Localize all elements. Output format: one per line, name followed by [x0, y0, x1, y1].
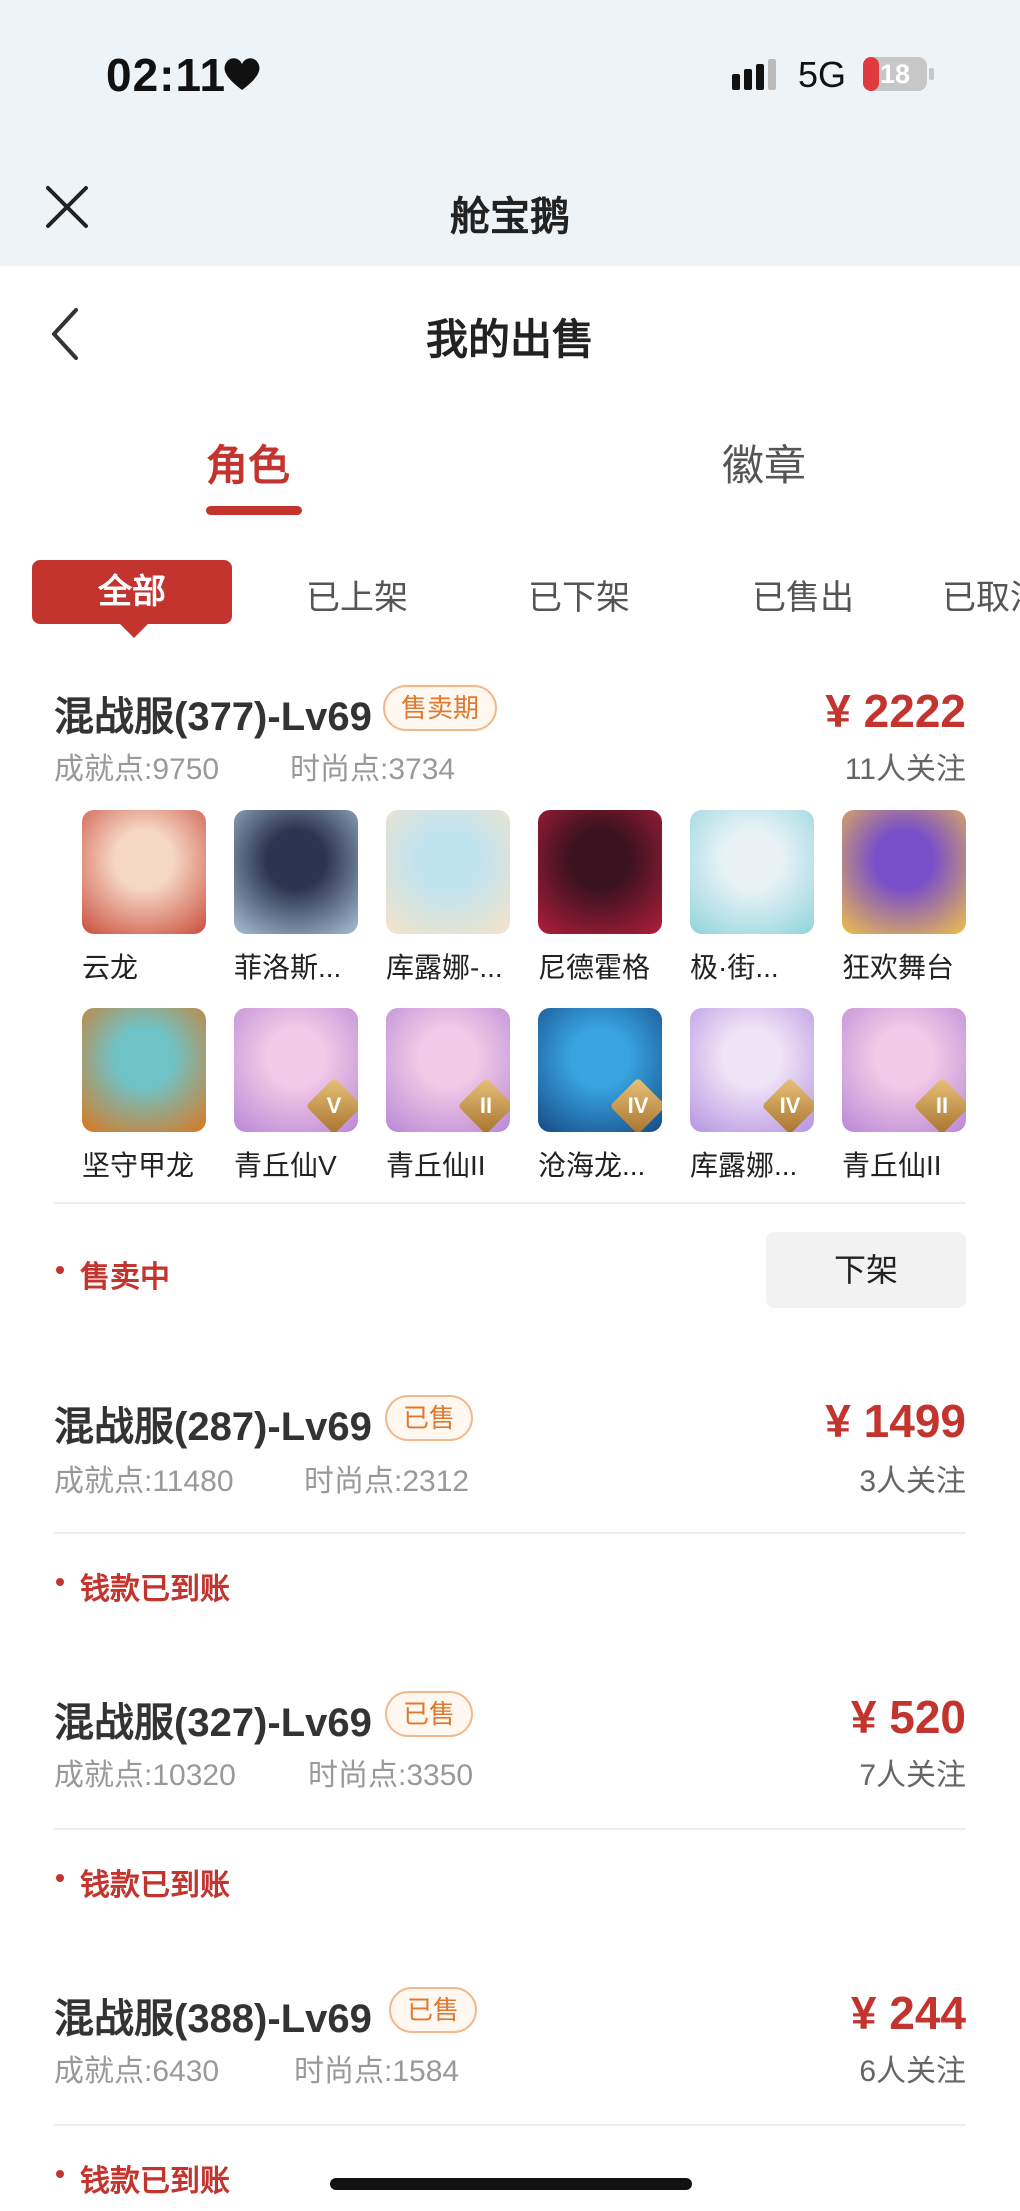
filter-all[interactable]: 全部 — [32, 560, 232, 624]
item-label: 坚守甲龙 — [82, 1150, 195, 1181]
battery-level: 18 — [879, 59, 911, 89]
item-label: 狂欢舞台 — [842, 952, 955, 983]
item-thumbnail — [82, 1008, 206, 1132]
item-tile[interactable]: V 青丘仙V — [234, 1008, 358, 1181]
item-tile[interactable]: IV 沧海龙... — [538, 1008, 662, 1181]
tab-badge[interactable]: 徽章 — [722, 432, 806, 493]
filter-listed[interactable]: 已上架 — [306, 570, 408, 619]
item-thumbnail — [386, 810, 510, 934]
item-label: 库露娜... — [690, 1150, 798, 1181]
divider — [54, 1202, 966, 1204]
status-badge: 已售 — [385, 1691, 474, 1737]
item-label: 青丘仙V — [234, 1150, 337, 1181]
item-thumbnail: II — [386, 1008, 510, 1132]
follower-count: 11人关注 — [844, 753, 966, 786]
item-thumbnail — [234, 810, 358, 934]
fashion-points: 时尚点:2312 — [304, 1465, 470, 1498]
item-tile[interactable]: IV 库露娜... — [690, 1008, 814, 1181]
item-thumbnail — [538, 810, 662, 934]
tier-badge-icon: II — [457, 1077, 510, 1132]
tab-role[interactable]: 角色 — [206, 432, 290, 493]
item-tile[interactable]: II 青丘仙II — [386, 1008, 510, 1181]
item-tile[interactable]: 坚守甲龙 — [82, 1008, 206, 1181]
status-time: 02:11 — [106, 49, 227, 101]
item-thumbnail: II — [842, 1008, 966, 1132]
tier-badge-icon: II — [913, 1077, 966, 1132]
item-tile[interactable]: 尼德霍格 — [538, 810, 662, 983]
filter-active-pointer — [118, 622, 150, 638]
item-label: 云龙 — [82, 952, 139, 983]
fashion-points: 时尚点:3734 — [290, 753, 456, 786]
item-tile[interactable]: 狂欢舞台 — [842, 810, 966, 983]
item-tile[interactable]: 库露娜-... — [386, 810, 510, 983]
item-thumbnail — [842, 810, 966, 934]
tier-badge-icon: IV — [609, 1077, 662, 1132]
item-tile[interactable]: 极·街... — [690, 810, 814, 983]
item-thumbnail — [690, 810, 814, 934]
item-label: 尼德霍格 — [538, 952, 651, 983]
item-thumbnail: V — [234, 1008, 358, 1132]
follower-count: 7人关注 — [859, 1759, 966, 1792]
sale-state: 钱款已到账 — [80, 1573, 230, 1606]
filter-sold[interactable]: 已售出 — [752, 570, 854, 619]
follower-count: 3人关注 — [859, 1465, 966, 1498]
listing-price: ¥ 2222 — [825, 685, 966, 737]
divider — [54, 1532, 966, 1534]
sale-state: 售卖中 — [80, 1261, 170, 1294]
item-label: 菲洛斯... — [234, 952, 342, 983]
status-badge: 已售 — [385, 1395, 474, 1441]
fashion-points: 时尚点:3350 — [308, 1759, 474, 1792]
signal-icon — [732, 59, 776, 90]
item-thumbnail: IV — [690, 1008, 814, 1132]
item-label: 库露娜-... — [386, 952, 503, 983]
tier-badge-icon: IV — [761, 1077, 814, 1132]
fashion-points: 时尚点:1584 — [294, 2055, 460, 2088]
filter-unlisted[interactable]: 已下架 — [528, 570, 630, 619]
item-tile[interactable]: II 青丘仙II — [842, 1008, 966, 1181]
state-dot — [56, 1874, 64, 1882]
page-title: 我的出售 — [425, 316, 594, 363]
listing-price: ¥ 520 — [850, 1691, 966, 1743]
divider — [54, 2124, 966, 2126]
divider — [54, 1828, 966, 1830]
delist-button[interactable]: 下架 — [766, 1232, 966, 1308]
filter-cancelled[interactable]: 已取消 — [942, 570, 1020, 619]
achievement-points: 成就点:11480 — [54, 1465, 234, 1498]
tab-active-indicator — [206, 506, 302, 515]
state-dot — [56, 1578, 64, 1586]
app-title: 舱宝鹅 — [450, 195, 570, 239]
status-badge: 售卖期 — [383, 685, 498, 731]
item-label: 青丘仙II — [386, 1150, 486, 1181]
listing-price: ¥ 1499 — [825, 1395, 966, 1447]
tier-badge-icon: V — [305, 1077, 358, 1132]
listing-title[interactable]: 混战服(287)-Lv69 — [54, 1394, 372, 1452]
status-badge: 已售 — [389, 1987, 478, 2033]
achievement-points: 成就点:10320 — [54, 1759, 236, 1792]
item-label: 极·街... — [690, 952, 779, 983]
network-type: 5G — [798, 54, 847, 95]
state-dot — [56, 1266, 64, 1274]
item-tile[interactable]: 菲洛斯... — [234, 810, 358, 983]
home-indicator — [330, 2178, 692, 2190]
item-thumbnail: IV — [538, 1008, 662, 1132]
item-tile[interactable]: 云龙 — [82, 810, 206, 983]
item-label: 沧海龙... — [538, 1150, 646, 1181]
listing-title[interactable]: 混战服(377)-Lv69 — [54, 684, 372, 742]
heart-icon — [224, 58, 260, 90]
sale-state: 钱款已到账 — [80, 2165, 230, 2198]
item-thumbnail — [82, 810, 206, 934]
listing-title[interactable]: 混战服(327)-Lv69 — [54, 1690, 372, 1748]
state-dot — [56, 2170, 64, 2178]
listing-title[interactable]: 混战服(388)-Lv69 — [54, 1986, 372, 2044]
achievement-points: 成就点:6430 — [54, 2055, 220, 2088]
listing-price: ¥ 244 — [850, 1987, 966, 2039]
follower-count: 6人关注 — [859, 2055, 966, 2088]
sale-state: 钱款已到账 — [80, 1869, 230, 1902]
achievement-points: 成就点:9750 — [54, 753, 220, 786]
item-label: 青丘仙II — [842, 1150, 942, 1181]
